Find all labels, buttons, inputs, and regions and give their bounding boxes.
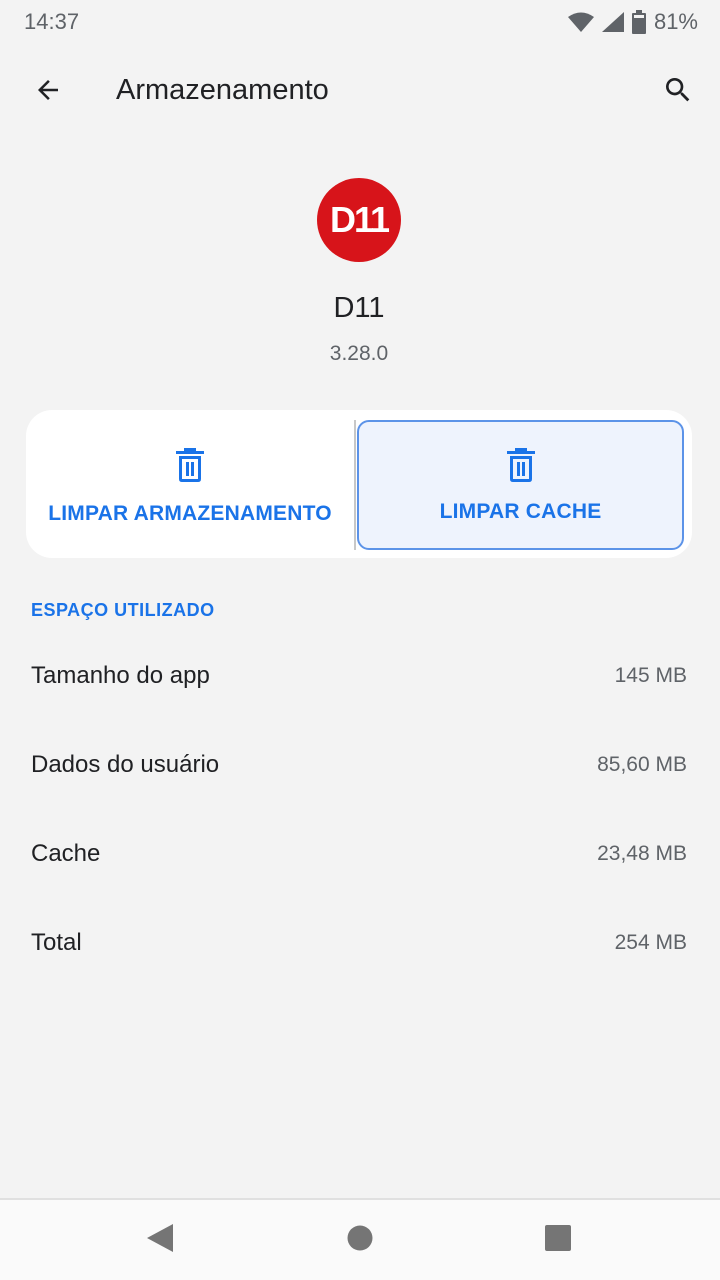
status-time: 14:37 bbox=[24, 9, 80, 34]
status-icons: 81% bbox=[567, 9, 698, 35]
app-bar: Armazenamento bbox=[0, 56, 720, 128]
clear-storage-label: LIMPAR ARMAZENAMENTO bbox=[48, 502, 332, 525]
status-bar: 14:37 81% bbox=[0, 0, 720, 44]
arrow-back-icon bbox=[33, 75, 63, 110]
clear-cache-label: LIMPAR CACHE bbox=[439, 500, 602, 523]
trash-icon bbox=[506, 448, 536, 482]
storage-row-user-data: Dados do usuário 85,60 MB bbox=[0, 720, 720, 809]
storage-row-cache: Cache 23,48 MB bbox=[0, 809, 720, 898]
nav-back-button[interactable] bbox=[130, 1214, 190, 1266]
row-value: 85,60 MB bbox=[597, 752, 687, 776]
nav-recents-button[interactable] bbox=[528, 1214, 588, 1266]
trash-icon bbox=[175, 448, 205, 482]
row-label: Dados do usuário bbox=[31, 750, 220, 778]
nav-home-button[interactable] bbox=[330, 1214, 390, 1266]
row-label: Total bbox=[31, 928, 82, 956]
row-value: 254 MB bbox=[614, 930, 687, 954]
search-button[interactable] bbox=[650, 66, 706, 118]
row-label: Tamanho do app bbox=[31, 661, 210, 689]
app-logo: D11 bbox=[317, 178, 401, 262]
wifi-icon bbox=[567, 12, 594, 32]
storage-row-total: Total 254 MB bbox=[0, 898, 720, 987]
battery-icon bbox=[631, 10, 646, 34]
page-title: Armazenamento bbox=[116, 74, 329, 106]
app-logo-text: D11 bbox=[329, 199, 390, 240]
clear-storage-button[interactable]: LIMPAR ARMAZENAMENTO bbox=[26, 410, 354, 558]
section-header: ESPAÇO UTILIZADO bbox=[31, 600, 215, 620]
app-version: 3.28.0 bbox=[329, 342, 389, 365]
app-name: D11 bbox=[333, 292, 385, 324]
back-button[interactable] bbox=[20, 66, 76, 118]
row-value: 23,48 MB bbox=[597, 841, 687, 865]
nav-home-icon bbox=[347, 1225, 373, 1256]
navigation-bar bbox=[0, 1198, 720, 1280]
row-value: 145 MB bbox=[614, 663, 687, 687]
action-card: LIMPAR ARMAZENAMENTO LIMPAR CACHE bbox=[26, 410, 692, 558]
row-label: Cache bbox=[31, 839, 101, 867]
action-divider bbox=[354, 420, 356, 550]
cell-signal-icon bbox=[601, 12, 624, 32]
storage-row-app-size: Tamanho do app 145 MB bbox=[0, 631, 720, 720]
search-icon bbox=[662, 74, 694, 111]
clear-cache-button[interactable]: LIMPAR CACHE bbox=[357, 420, 684, 550]
battery-percent: 81% bbox=[653, 9, 698, 34]
storage-screen: 14:37 81% Armazenamento D11 D11 3.28.0 L… bbox=[0, 0, 720, 1280]
nav-back-icon bbox=[147, 1223, 173, 1257]
nav-recents-icon bbox=[545, 1224, 571, 1256]
